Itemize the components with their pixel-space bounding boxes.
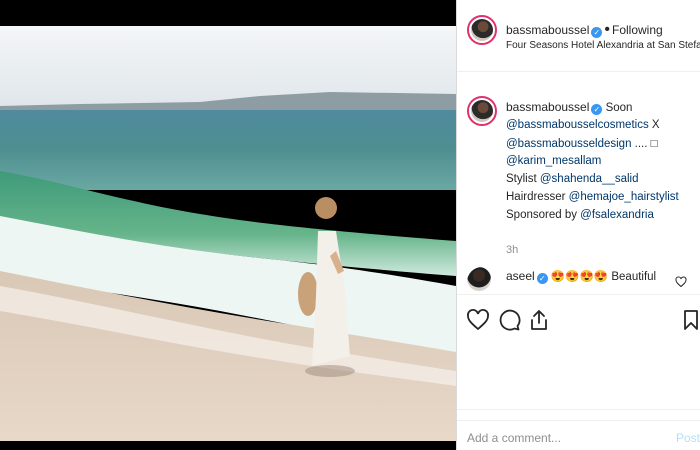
caption-text: Hairdresser bbox=[506, 191, 569, 203]
caption-timestamp[interactable]: 3h bbox=[506, 244, 518, 256]
mention-link[interactable]: @karim_mesallam bbox=[506, 155, 601, 167]
caption-text: Stylist bbox=[506, 173, 540, 185]
caption-username[interactable]: bassmaboussel bbox=[506, 100, 589, 114]
header-author-row: bassmaboussel ✓ • Following bbox=[506, 21, 663, 39]
caption-line-5: Stylist @shahenda__salid bbox=[506, 173, 639, 185]
comment-body: aseel ✓ 😍😍😍😍 Beautiful bbox=[506, 269, 656, 284]
caption-line-6: Hairdresser @hemajoe_hairstylist bbox=[506, 191, 679, 203]
following-button[interactable]: Following bbox=[612, 23, 663, 37]
mention-link[interactable]: @hemajoe_hairstylist bbox=[569, 191, 679, 203]
comment-text: 😍😍😍😍 Beautiful bbox=[550, 271, 657, 283]
post-comment-button[interactable]: Post bbox=[676, 431, 700, 445]
bottom-black-bar bbox=[0, 441, 456, 450]
separator-dot: • bbox=[604, 21, 610, 38]
commenter-username[interactable]: aseel bbox=[506, 269, 535, 283]
action-bar bbox=[457, 300, 700, 342]
divider bbox=[457, 294, 700, 295]
comment-row: aseel ✓ 😍😍😍😍 Beautiful bbox=[457, 264, 700, 297]
caption-text: .... □ bbox=[631, 138, 658, 150]
comment-composer: Post bbox=[457, 420, 700, 450]
commenter-avatar[interactable] bbox=[467, 267, 497, 297]
post-header: bassmaboussel ✓ • Following Four Seasons Ho… bbox=[457, 0, 700, 72]
author-avatar[interactable] bbox=[467, 15, 497, 45]
comment-input[interactable] bbox=[467, 429, 657, 447]
caption-line-1: bassmaboussel ✓ Soon bbox=[506, 100, 632, 115]
post-sidebar: bassmaboussel ✓ • Following Four Seasons Ho… bbox=[456, 0, 700, 450]
mention-link[interactable]: @fsalexandria bbox=[580, 209, 654, 221]
caption-avatar[interactable] bbox=[467, 96, 497, 126]
beach-photo bbox=[0, 26, 456, 441]
comment-icon[interactable] bbox=[497, 308, 521, 332]
header-username[interactable]: bassmaboussel bbox=[506, 23, 589, 37]
mention-link[interactable]: @bassmabousseldesign bbox=[506, 138, 631, 150]
caption-line-4: @karim_mesallam bbox=[506, 155, 601, 167]
verified-badge-icon: ✓ bbox=[591, 27, 603, 38]
caption-text: Sponsored by bbox=[506, 209, 581, 221]
verified-badge-icon: ✓ bbox=[536, 273, 548, 284]
mention-link[interactable]: @shahenda__salid bbox=[540, 173, 639, 185]
location-link[interactable]: Four Seasons Hotel Alexandria at San Ste… bbox=[506, 40, 700, 51]
comment-like-heart-icon[interactable] bbox=[675, 276, 687, 288]
caption-text: Soon bbox=[605, 102, 633, 114]
caption-line-7: Sponsored by @fsalexandria bbox=[506, 209, 654, 221]
post-photo[interactable] bbox=[0, 26, 456, 441]
verified-badge-icon: ✓ bbox=[591, 104, 603, 115]
mention-link[interactable]: @bassmabousselcosmetics bbox=[506, 119, 649, 131]
bookmark-icon[interactable] bbox=[679, 308, 700, 332]
divider bbox=[457, 409, 700, 410]
caption-line-3: @bassmabousseldesign .... □ bbox=[506, 138, 658, 150]
heart-icon[interactable] bbox=[466, 308, 490, 332]
caption-line-2: @bassmabousselcosmetics X bbox=[506, 119, 660, 131]
share-icon[interactable] bbox=[527, 308, 551, 332]
caption-text: X bbox=[648, 119, 660, 131]
